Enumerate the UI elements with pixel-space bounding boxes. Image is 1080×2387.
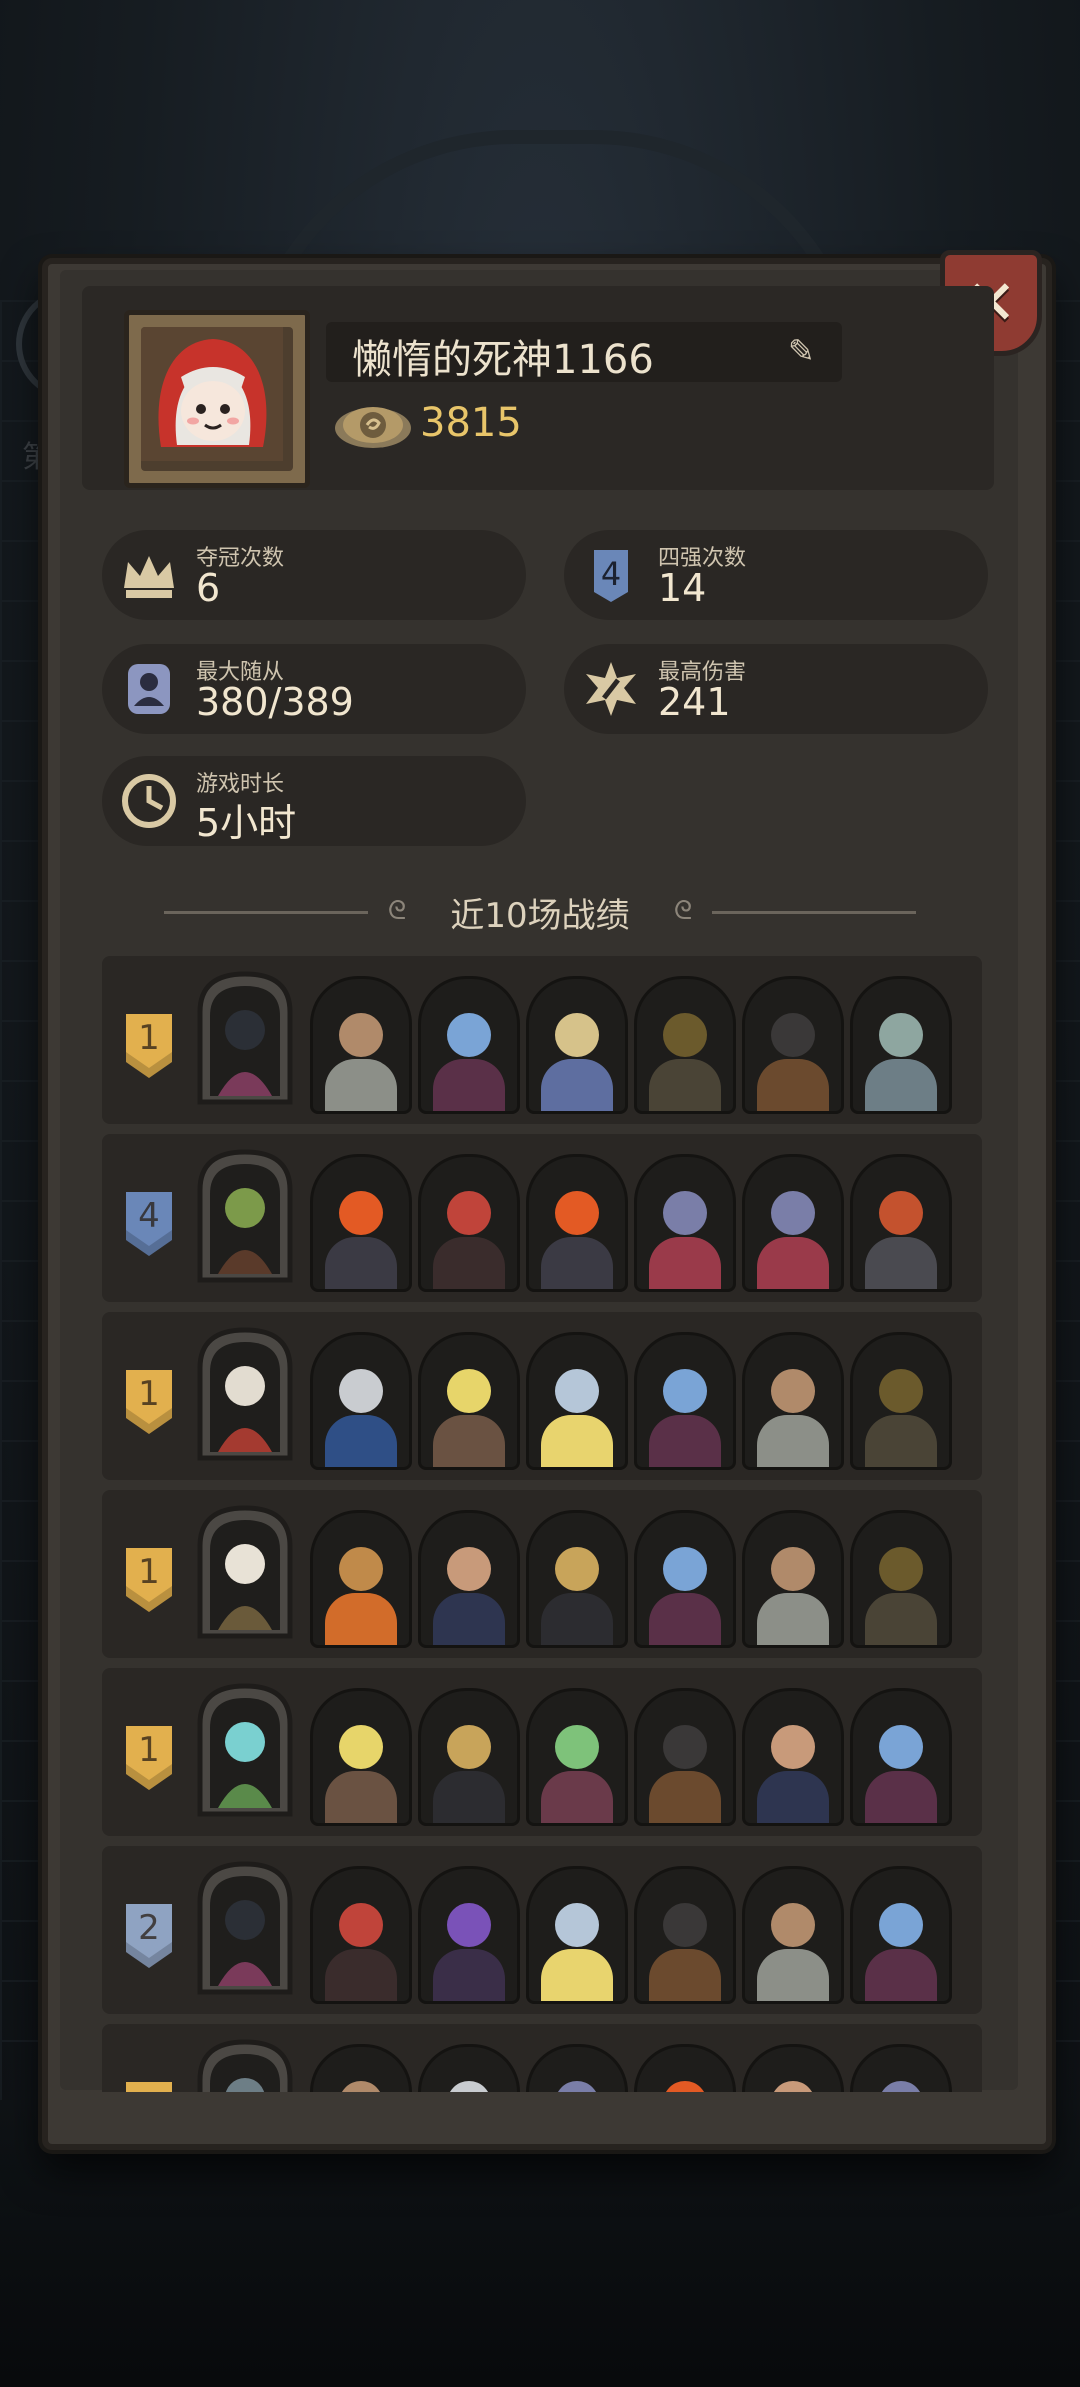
stat-play-time: 游戏时长 5小时 bbox=[102, 756, 526, 846]
placement-badge bbox=[124, 2080, 174, 2092]
placement-number: 4 bbox=[138, 1196, 160, 1236]
placement-number: 2 bbox=[138, 1908, 160, 1948]
shield-brute bbox=[634, 1866, 736, 2004]
stat-value: 380/389 bbox=[196, 680, 354, 724]
plant-hero bbox=[194, 1146, 296, 1286]
placement-number: 1 bbox=[138, 1018, 160, 1058]
stat-max-minions: 最大随从 380/389 bbox=[102, 644, 526, 734]
holy-shield bbox=[526, 1332, 628, 1470]
winged-demon bbox=[418, 1688, 520, 1826]
match-row[interactable]: 1 bbox=[102, 1312, 982, 1480]
bearded-warrior bbox=[310, 976, 412, 1114]
stat-value: 14 bbox=[658, 566, 707, 610]
bearded-warrior bbox=[742, 1332, 844, 1470]
rat-rogue bbox=[850, 2044, 952, 2092]
golden-knight bbox=[526, 976, 628, 1114]
shield-brute bbox=[742, 976, 844, 1114]
placement-badge: 1 bbox=[124, 1724, 174, 1792]
placement-badge: 4 bbox=[124, 1190, 174, 1258]
fire-boar bbox=[310, 1154, 412, 1292]
hooded-assassin bbox=[418, 1154, 520, 1292]
elf-sorceress bbox=[418, 976, 520, 1114]
divider-line-right bbox=[712, 911, 916, 914]
damage-icon bbox=[580, 658, 642, 720]
placement-badge: 1 bbox=[124, 1368, 174, 1436]
placement-badge: 1 bbox=[124, 1546, 174, 1614]
bearded-warrior bbox=[742, 1510, 844, 1648]
fire-boar bbox=[634, 2044, 736, 2092]
gnome-elder-hero bbox=[194, 1324, 296, 1464]
witch-hat-mage bbox=[634, 976, 736, 1114]
match-row[interactable] bbox=[102, 2024, 982, 2092]
placement-badge: 1 bbox=[124, 1012, 174, 1080]
skeleton-druid bbox=[526, 1688, 628, 1826]
match-row[interactable]: 1 bbox=[102, 956, 982, 1124]
stat-value: 6 bbox=[196, 566, 221, 610]
mustache-gentleman bbox=[742, 1688, 844, 1826]
hooded-assassin bbox=[310, 1866, 412, 2004]
svg-text:4: 4 bbox=[601, 555, 621, 593]
crown-icon bbox=[118, 544, 180, 606]
recent-matches-list[interactable]: 1 4 1 1 1 2 bbox=[102, 956, 982, 2092]
pig-warrior bbox=[310, 1688, 412, 1826]
rat-rogue bbox=[634, 1154, 736, 1292]
gargoyle-hero bbox=[194, 2036, 296, 2092]
coin-count: 3815 bbox=[420, 400, 522, 446]
rat-rogue bbox=[526, 2044, 628, 2092]
fire-boar bbox=[526, 1154, 628, 1292]
black-cat-hero bbox=[194, 968, 296, 1108]
recent-matches-header: ᘓ 近10场战绩 ᘓ bbox=[160, 884, 920, 936]
elf-sorceress bbox=[850, 1866, 952, 2004]
match-row[interactable]: 4 bbox=[102, 1134, 982, 1302]
stat-max-damage: 最高伤害 241 bbox=[564, 644, 988, 734]
stat-value: 241 bbox=[658, 680, 731, 724]
avatar[interactable] bbox=[124, 310, 310, 488]
edit-name-icon[interactable]: ✎ bbox=[788, 334, 822, 368]
bearded-warrior bbox=[742, 1866, 844, 2004]
elf-sorceress bbox=[850, 1688, 952, 1826]
gargoyle bbox=[850, 976, 952, 1114]
red-golem bbox=[850, 1154, 952, 1292]
armored-knight bbox=[418, 2044, 520, 2092]
bear-cub bbox=[310, 1510, 412, 1648]
mustache-gentleman bbox=[418, 1510, 520, 1648]
witch-hat-mage bbox=[850, 1332, 952, 1470]
match-row[interactable]: 2 bbox=[102, 1846, 982, 2014]
avatar-portrait bbox=[141, 327, 293, 471]
elf-sorceress bbox=[634, 1510, 736, 1648]
elf-sorceress bbox=[634, 1332, 736, 1470]
bearded-sage-hero bbox=[194, 1502, 296, 1642]
swirl-icon: ᘓ bbox=[673, 896, 693, 926]
fairy-queen-hero bbox=[194, 1680, 296, 1820]
armored-knight bbox=[310, 1332, 412, 1470]
player-name: 懒惰的死神1166 bbox=[352, 337, 654, 383]
stat-championships: 夺冠次数 6 bbox=[102, 530, 526, 620]
witch-hat-mage bbox=[850, 1510, 952, 1648]
match-row[interactable]: 1 bbox=[102, 1490, 982, 1658]
purple-dragon bbox=[418, 1866, 520, 2004]
black-cat-hero bbox=[194, 1858, 296, 1998]
pig-warrior bbox=[418, 1332, 520, 1470]
bearded-warrior bbox=[310, 2044, 412, 2092]
minion-icon bbox=[118, 658, 180, 720]
top4-icon: 4 bbox=[580, 544, 642, 606]
winged-demon bbox=[526, 1510, 628, 1648]
clock-icon bbox=[118, 770, 180, 832]
stat-value: 5小时 bbox=[196, 801, 297, 845]
coin-icon bbox=[332, 398, 414, 452]
placement-number: 1 bbox=[138, 1730, 160, 1770]
shield-brute bbox=[634, 1688, 736, 1826]
placement-badge: 2 bbox=[124, 1902, 174, 1970]
holy-shield bbox=[526, 1866, 628, 2004]
stat-top4: 4 四强次数 14 bbox=[564, 530, 988, 620]
rat-rogue bbox=[742, 1154, 844, 1292]
placement-number: 1 bbox=[138, 1552, 160, 1592]
match-row[interactable]: 1 bbox=[102, 1668, 982, 1836]
placement-number: 1 bbox=[138, 1374, 160, 1414]
mustache-gentleman bbox=[742, 2044, 844, 2092]
